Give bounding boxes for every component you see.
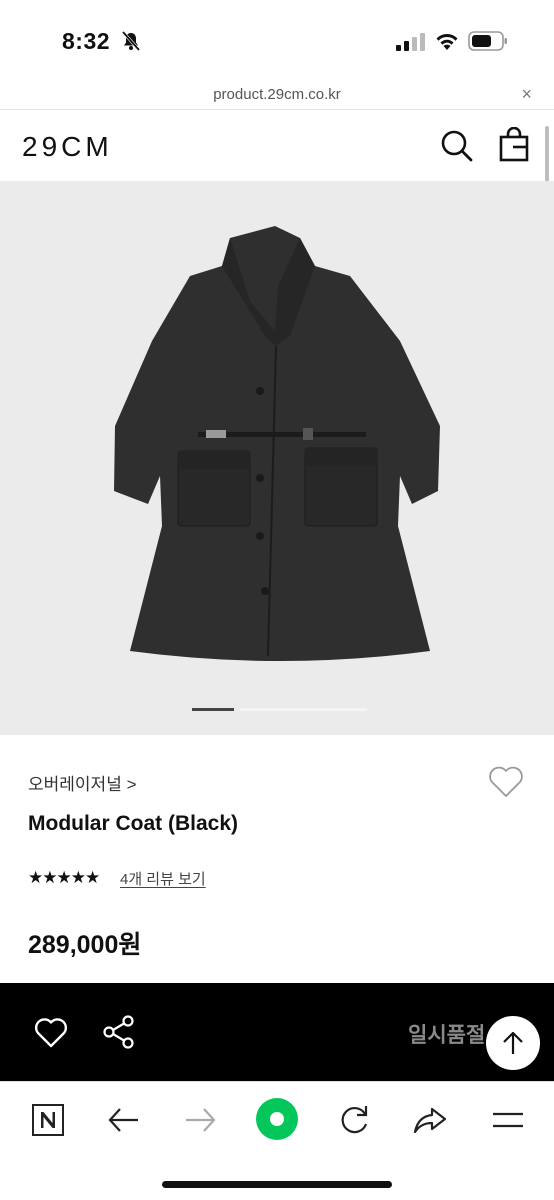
shopping-bag-icon[interactable] <box>498 127 530 163</box>
pagination-active <box>192 708 234 711</box>
back-arrow-icon[interactable] <box>104 1100 144 1140</box>
search-icon[interactable] <box>440 129 474 163</box>
naver-n-icon[interactable] <box>28 1100 68 1140</box>
share-arrow-icon[interactable] <box>410 1100 450 1140</box>
logo[interactable]: 29CM <box>22 131 113 163</box>
wifi-icon <box>436 34 458 50</box>
share-icon[interactable] <box>102 1015 136 1049</box>
pagination-track <box>240 708 367 711</box>
scroll-to-top-button[interactable] <box>486 1016 540 1070</box>
product-price: 289,000원 <box>28 931 142 959</box>
refresh-icon[interactable] <box>334 1100 374 1140</box>
brand-link[interactable]: 오버레이저널 > <box>28 770 137 795</box>
battery-icon <box>468 31 507 51</box>
site-header: 29CM <box>0 111 554 181</box>
arrow-up-icon <box>503 1031 523 1054</box>
forward-arrow-icon[interactable] <box>180 1100 220 1140</box>
menu-icon[interactable] <box>488 1100 528 1140</box>
product-image-gallery[interactable] <box>0 181 554 735</box>
home-indicator[interactable] <box>162 1181 392 1188</box>
heart-icon[interactable] <box>487 765 525 799</box>
url-bar[interactable]: product.29cm.co.kr × <box>0 80 554 110</box>
black-modular-coat-icon <box>114 226 440 661</box>
green-home-icon[interactable] <box>254 1096 300 1142</box>
heart-icon[interactable] <box>34 1017 68 1049</box>
sold-out-label: 일시품절 <box>408 1024 486 1047</box>
status-time: 8:32 <box>62 28 111 54</box>
cellular-signal-icon <box>396 33 425 51</box>
status-bar: 8:32 <box>0 0 554 80</box>
close-icon[interactable]: × <box>521 84 532 105</box>
bell-off-icon <box>121 31 141 51</box>
gallery-pagination <box>192 708 367 712</box>
review-link[interactable]: 4개 리뷰 보기 <box>120 868 206 889</box>
product-name: Modular Coat (Black) <box>28 812 239 835</box>
rating-stars: ★★★★★ <box>28 868 100 887</box>
purchase-action-bar: 일시품절 <box>0 983 554 1081</box>
url-text[interactable]: product.29cm.co.kr <box>0 86 554 103</box>
